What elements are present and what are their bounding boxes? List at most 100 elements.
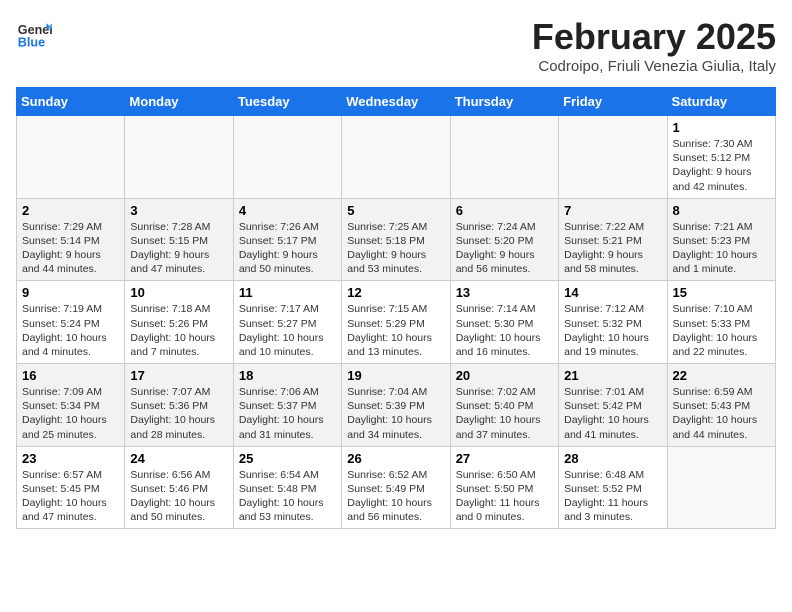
- day-number: 28: [564, 451, 661, 466]
- header: General Blue February 2025 Codroipo, Fri…: [16, 16, 776, 75]
- day-number: 21: [564, 368, 661, 383]
- day-info: Sunrise: 7:26 AM Sunset: 5:17 PM Dayligh…: [239, 220, 336, 277]
- col-wednesday: Wednesday: [342, 88, 450, 116]
- day-number: 13: [456, 285, 553, 300]
- day-info: Sunrise: 7:19 AM Sunset: 5:24 PM Dayligh…: [22, 302, 119, 359]
- calendar-week-row: 23Sunrise: 6:57 AM Sunset: 5:45 PM Dayli…: [17, 446, 776, 529]
- table-row: [559, 116, 667, 199]
- day-number: 2: [22, 203, 119, 218]
- calendar-week-row: 1Sunrise: 7:30 AM Sunset: 5:12 PM Daylig…: [17, 116, 776, 199]
- table-row: 15 Sunrise: 7:10 AM Sunset: 5:33 PM Dayli…: [667, 281, 775, 364]
- day-info: Sunrise: 7:02 AM Sunset: 5:40 PM Dayligh…: [456, 385, 553, 442]
- day-info: Sunrise: 7:22 AM Sunset: 5:21 PM Dayligh…: [564, 220, 661, 277]
- location-title: Codroipo, Friuli Venezia Giulia, Italy: [532, 58, 776, 75]
- day-number: 24: [130, 451, 227, 466]
- day-number: 22: [673, 368, 770, 383]
- day-info: Sunrise: 6:57 AM Sunset: 5:45 PM Dayligh…: [22, 468, 119, 525]
- table-row: 12 Sunrise: 7:15 AM Sunset: 5:29 PM Dayli…: [342, 281, 450, 364]
- calendar-week-row: 9 Sunrise: 7:19 AM Sunset: 5:24 PM Daylig…: [17, 281, 776, 364]
- day-number: 12: [347, 285, 444, 300]
- day-info: Sunrise: 7:10 AM Sunset: 5:33 PM Dayligh…: [673, 302, 770, 359]
- day-number: 27: [456, 451, 553, 466]
- table-row: 8 Sunrise: 7:21 AM Sunset: 5:23 PM Daylig…: [667, 198, 775, 281]
- day-number: 20: [456, 368, 553, 383]
- calendar-week-row: 2 Sunrise: 7:29 AM Sunset: 5:14 PM Daylig…: [17, 198, 776, 281]
- day-info: Sunrise: 7:09 AM Sunset: 5:34 PM Dayligh…: [22, 385, 119, 442]
- day-number: 9: [22, 285, 119, 300]
- day-number: 6: [456, 203, 553, 218]
- day-info: Sunrise: 7:25 AM Sunset: 5:18 PM Dayligh…: [347, 220, 444, 277]
- table-row: [342, 116, 450, 199]
- month-title: February 2025: [532, 16, 776, 58]
- table-row: 19 Sunrise: 7:04 AM Sunset: 5:39 PM Dayli…: [342, 364, 450, 447]
- day-info: Sunrise: 7:18 AM Sunset: 5:26 PM Dayligh…: [130, 302, 227, 359]
- col-sunday: Sunday: [17, 88, 125, 116]
- day-info: Sunrise: 6:56 AM Sunset: 5:46 PM Dayligh…: [130, 468, 227, 525]
- table-row: 3 Sunrise: 7:28 AM Sunset: 5:15 PM Daylig…: [125, 198, 233, 281]
- logo: General Blue: [16, 16, 52, 52]
- calendar-header: Sunday Monday Tuesday Wednesday Thursday…: [17, 88, 776, 116]
- table-row: 26Sunrise: 6:52 AM Sunset: 5:49 PM Dayli…: [342, 446, 450, 529]
- day-info: Sunrise: 7:06 AM Sunset: 5:37 PM Dayligh…: [239, 385, 336, 442]
- day-number: 18: [239, 368, 336, 383]
- day-info: Sunrise: 6:59 AM Sunset: 5:43 PM Dayligh…: [673, 385, 770, 442]
- day-number: 11: [239, 285, 336, 300]
- logo-icon: General Blue: [16, 16, 52, 52]
- day-number: 25: [239, 451, 336, 466]
- day-info: Sunrise: 7:21 AM Sunset: 5:23 PM Dayligh…: [673, 220, 770, 277]
- table-row: 14 Sunrise: 7:12 AM Sunset: 5:32 PM Dayli…: [559, 281, 667, 364]
- day-number: 5: [347, 203, 444, 218]
- day-info: Sunrise: 7:14 AM Sunset: 5:30 PM Dayligh…: [456, 302, 553, 359]
- table-row: [125, 116, 233, 199]
- day-number: 3: [130, 203, 227, 218]
- table-row: [17, 116, 125, 199]
- day-info: Sunrise: 6:54 AM Sunset: 5:48 PM Dayligh…: [239, 468, 336, 525]
- day-info: Sunrise: 7:24 AM Sunset: 5:20 PM Dayligh…: [456, 220, 553, 277]
- day-number: 8: [673, 203, 770, 218]
- col-saturday: Saturday: [667, 88, 775, 116]
- col-friday: Friday: [559, 88, 667, 116]
- day-info: Sunrise: 7:04 AM Sunset: 5:39 PM Dayligh…: [347, 385, 444, 442]
- day-info: Sunrise: 7:07 AM Sunset: 5:36 PM Dayligh…: [130, 385, 227, 442]
- day-number: 10: [130, 285, 227, 300]
- day-info: Sunrise: 7:29 AM Sunset: 5:14 PM Dayligh…: [22, 220, 119, 277]
- table-row: 28 Sunrise: 6:48 AM Sunset: 5:52 PM Dayli…: [559, 446, 667, 529]
- day-number: 1: [673, 120, 770, 135]
- table-row: 11 Sunrise: 7:17 AM Sunset: 5:27 PM Dayli…: [233, 281, 341, 364]
- day-number: 26: [347, 451, 444, 466]
- table-row: 4 Sunrise: 7:26 AM Sunset: 5:17 PM Daylig…: [233, 198, 341, 281]
- col-monday: Monday: [125, 88, 233, 116]
- day-info: Sunrise: 6:50 AM Sunset: 5:50 PM Dayligh…: [456, 468, 553, 525]
- day-info: Sunrise: 7:12 AM Sunset: 5:32 PM Dayligh…: [564, 302, 661, 359]
- table-row: 13 Sunrise: 7:14 AM Sunset: 5:30 PM Dayli…: [450, 281, 558, 364]
- table-row: 20 Sunrise: 7:02 AM Sunset: 5:40 PM Dayli…: [450, 364, 558, 447]
- day-number: 4: [239, 203, 336, 218]
- day-number: 14: [564, 285, 661, 300]
- table-row: 27 Sunrise: 6:50 AM Sunset: 5:50 PM Dayli…: [450, 446, 558, 529]
- table-row: 18 Sunrise: 7:06 AM Sunset: 5:37 PM Dayli…: [233, 364, 341, 447]
- calendar-week-row: 16 Sunrise: 7:09 AM Sunset: 5:34 PM Dayli…: [17, 364, 776, 447]
- table-row: 21Sunrise: 7:01 AM Sunset: 5:42 PM Dayli…: [559, 364, 667, 447]
- table-row: 1Sunrise: 7:30 AM Sunset: 5:12 PM Daylig…: [667, 116, 775, 199]
- day-info: Sunrise: 7:28 AM Sunset: 5:15 PM Dayligh…: [130, 220, 227, 277]
- calendar-body: 1Sunrise: 7:30 AM Sunset: 5:12 PM Daylig…: [17, 116, 776, 529]
- table-row: 23Sunrise: 6:57 AM Sunset: 5:45 PM Dayli…: [17, 446, 125, 529]
- col-tuesday: Tuesday: [233, 88, 341, 116]
- table-row: 25 Sunrise: 6:54 AM Sunset: 5:48 PM Dayli…: [233, 446, 341, 529]
- day-info: Sunrise: 6:48 AM Sunset: 5:52 PM Dayligh…: [564, 468, 661, 525]
- day-info: Sunrise: 7:15 AM Sunset: 5:29 PM Dayligh…: [347, 302, 444, 359]
- day-info: Sunrise: 7:17 AM Sunset: 5:27 PM Dayligh…: [239, 302, 336, 359]
- calendar-table: Sunday Monday Tuesday Wednesday Thursday…: [16, 87, 776, 529]
- table-row: [233, 116, 341, 199]
- table-row: [450, 116, 558, 199]
- table-row: 17 Sunrise: 7:07 AM Sunset: 5:36 PM Dayli…: [125, 364, 233, 447]
- day-number: 17: [130, 368, 227, 383]
- day-number: 16: [22, 368, 119, 383]
- day-number: 7: [564, 203, 661, 218]
- header-row: Sunday Monday Tuesday Wednesday Thursday…: [17, 88, 776, 116]
- table-row: 16 Sunrise: 7:09 AM Sunset: 5:34 PM Dayli…: [17, 364, 125, 447]
- table-row: 22 Sunrise: 6:59 AM Sunset: 5:43 PM Dayli…: [667, 364, 775, 447]
- day-number: 15: [673, 285, 770, 300]
- table-row: 24 Sunrise: 6:56 AM Sunset: 5:46 PM Dayli…: [125, 446, 233, 529]
- day-number: 19: [347, 368, 444, 383]
